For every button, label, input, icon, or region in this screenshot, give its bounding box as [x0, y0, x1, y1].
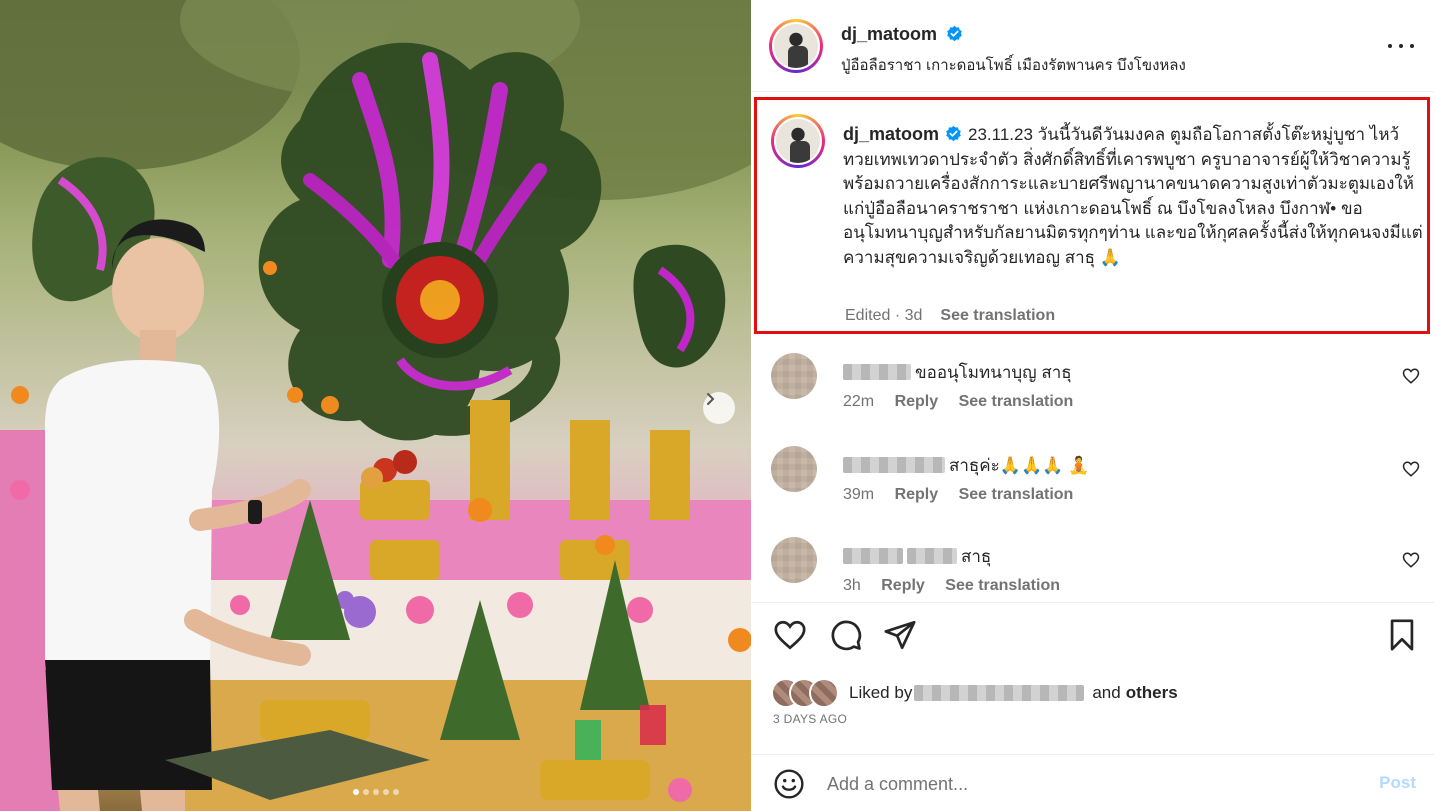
comment-meta: 3h Reply See translation — [843, 577, 1060, 595]
see-translation-button[interactable]: See translation — [945, 577, 1060, 594]
blurred-username[interactable] — [914, 685, 1085, 701]
like-comment-heart-icon[interactable] — [1402, 551, 1420, 569]
add-comment-input[interactable] — [827, 767, 1347, 801]
comment-text: ขออนุโมทนาบุญ สาธุ — [915, 363, 1072, 382]
comment-avatar[interactable] — [771, 353, 817, 399]
caption-see-translation[interactable]: See translation — [940, 307, 1055, 324]
blurred-username[interactable] — [843, 457, 945, 473]
comment-composer: Post — [751, 754, 1434, 811]
comment-meta: 39m Reply See translation — [843, 486, 1073, 504]
more-dot-icon — [1388, 44, 1392, 48]
carousel-dot — [382, 789, 389, 795]
likes-and-label: and — [1092, 683, 1121, 702]
like-comment-heart-icon[interactable] — [1402, 460, 1420, 478]
carousel-dots — [0, 789, 751, 795]
comment-avatar[interactable] — [771, 537, 817, 583]
more-dot-icon — [1410, 44, 1414, 48]
post-photo — [0, 0, 751, 811]
comment-text: สาธุ — [961, 547, 992, 566]
comment-time: 22m — [843, 393, 875, 410]
comment-avatar[interactable] — [771, 446, 817, 492]
comment-item: สาธุ 3h Reply See translation — [751, 537, 1434, 617]
post-side-panel: dj_matoom ปู่อือลือราชา เกาะดอนโพธิ์ เมื… — [751, 0, 1434, 811]
caption-username[interactable]: dj_matoom — [843, 124, 939, 144]
blurred-username[interactable] — [907, 548, 957, 564]
more-options-button[interactable] — [1388, 36, 1414, 56]
author-username[interactable]: dj_matoom — [841, 24, 937, 44]
post-comment-button[interactable]: Post — [1379, 773, 1416, 793]
verified-badge-icon — [947, 25, 963, 42]
comment-text: สาธุค่ะ🙏🙏🙏 🧘 — [949, 456, 1090, 475]
next-slide-button[interactable] — [703, 392, 735, 424]
reply-button[interactable]: Reply — [895, 393, 939, 410]
like-comment-heart-icon[interactable] — [1402, 367, 1420, 385]
comment-bubble-icon[interactable] — [829, 618, 863, 652]
share-send-icon[interactable] — [883, 618, 917, 652]
carousel-dot — [392, 789, 399, 795]
comment-body: สาธุค่ะ🙏🙏🙏 🧘 — [843, 452, 1089, 479]
carousel-dot — [372, 789, 379, 795]
photo-illustration — [0, 0, 751, 811]
comment-item: ขออนุโมทนาบุญ สาธุ 22m Reply See transla… — [751, 353, 1434, 433]
more-dot-icon — [1399, 44, 1403, 48]
blurred-username[interactable] — [843, 548, 903, 564]
likes-summary: Liked by and others — [771, 678, 1178, 708]
likes-others-link[interactable]: others — [1126, 683, 1178, 703]
caption-edited-time: Edited · 3d — [845, 307, 923, 324]
caption-meta: Edited · 3d See translation — [845, 307, 1055, 325]
author-avatar[interactable] — [769, 19, 823, 73]
liked-by-label: Liked by — [849, 683, 913, 702]
comment-body: สาธุ — [843, 543, 991, 570]
see-translation-button[interactable]: See translation — [959, 486, 1074, 503]
caption-highlight-box: dj_matoom 23.11.23 วันนี้วันดีวันมงคล ตู… — [754, 97, 1430, 334]
caption-text-block: dj_matoom 23.11.23 วันนี้วันดีวันมงคล ตู… — [843, 122, 1423, 270]
actions-divider — [751, 602, 1434, 603]
comment-time: 39m — [843, 486, 875, 503]
save-bookmark-icon[interactable] — [1385, 618, 1419, 652]
caption-author-avatar[interactable] — [771, 114, 825, 168]
liker-avatars[interactable] — [771, 678, 843, 708]
like-heart-icon[interactable] — [773, 618, 807, 652]
reply-button[interactable]: Reply — [881, 577, 925, 594]
comment-item: สาธุค่ะ🙏🙏🙏 🧘 39m Reply See translation — [751, 446, 1434, 526]
caption-body: 23.11.23 วันนี้วันดีวันมงคล ตูมถือโอกาสต… — [843, 125, 1423, 267]
post-header: dj_matoom ปู่อือลือราชา เกาะดอนโพธิ์ เมื… — [751, 0, 1434, 92]
see-translation-button[interactable]: See translation — [959, 393, 1074, 410]
comment-meta: 22m Reply See translation — [843, 393, 1073, 411]
post-location[interactable]: ปู่อือลือราชา เกาะดอนโพธิ์ เมืองรัตพานคร… — [841, 53, 1186, 77]
comment-body: ขออนุโมทนาบุญ สาธุ — [843, 359, 1072, 386]
chevron-right-icon — [707, 393, 715, 405]
emoji-smiley-icon[interactable] — [773, 768, 805, 800]
carousel-dot — [362, 789, 369, 795]
comment-time: 3h — [843, 577, 861, 594]
carousel-dot — [352, 789, 359, 795]
author-name-row: dj_matoom — [841, 24, 963, 45]
reply-button[interactable]: Reply — [895, 486, 939, 503]
post-actions-bar — [751, 618, 1434, 658]
post-date: 3 DAYS AGO — [773, 712, 848, 726]
blurred-username[interactable] — [843, 364, 911, 380]
verified-badge-icon — [946, 125, 961, 142]
